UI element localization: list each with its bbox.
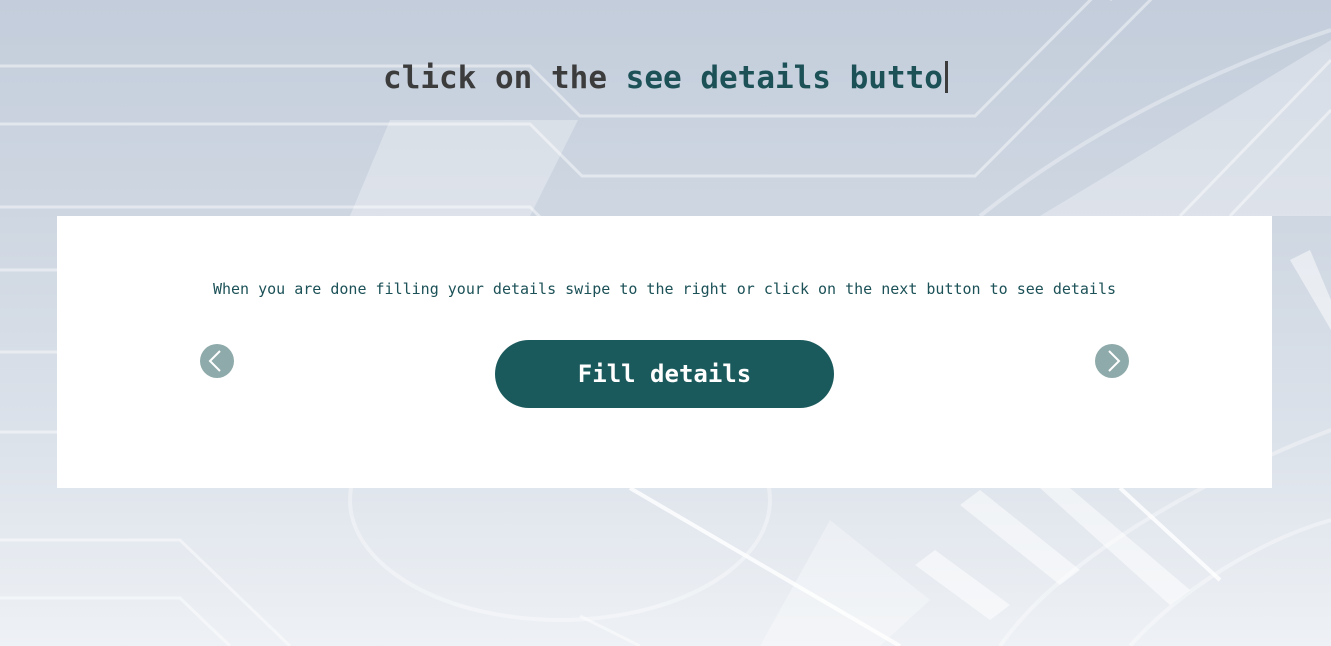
text-cursor-icon: [944, 61, 948, 93]
next-button[interactable]: [1095, 344, 1129, 378]
typing-headline: click on the see details butto: [0, 57, 1331, 99]
chevron-left-icon: [208, 350, 221, 372]
chevron-right-icon: [1108, 350, 1121, 372]
instruction-text: When you are done filling your details s…: [212, 280, 1117, 298]
details-card: When you are done filling your details s…: [57, 216, 1272, 488]
fill-details-button[interactable]: Fill details: [495, 340, 834, 408]
headline-prefix: click on the: [383, 60, 626, 96]
previous-button[interactable]: [200, 344, 234, 378]
headline-accent: see details butto: [625, 60, 943, 96]
